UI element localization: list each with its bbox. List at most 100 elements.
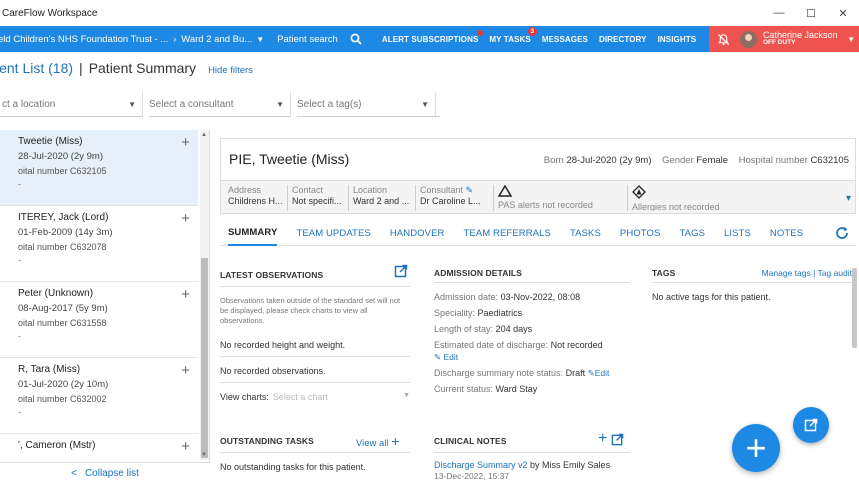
tab-handover[interactable]: HANDOVER (390, 222, 445, 246)
edit-discharge-summary-link[interactable]: ✎Edit (588, 368, 610, 378)
patient-hospital-number: oital number C632105 (18, 166, 107, 176)
refresh-icon[interactable] (834, 225, 850, 241)
patient-list-title[interactable]: ient List (18) (0, 60, 73, 76)
consultant-placeholder: Select a consultant (149, 98, 234, 110)
tab-notes[interactable]: NOTES (770, 222, 803, 246)
patient-dob: 01-Feb-2009 (14y 3m) (18, 227, 113, 238)
patient-list-scrollbar[interactable]: ▲ ▼ (200, 130, 209, 460)
specialty-label: Speciality: (434, 308, 476, 318)
chevron-left-icon: < (71, 468, 77, 479)
add-icon[interactable]: + (391, 433, 399, 449)
filter-underline (149, 116, 291, 117)
close-button[interactable]: ✕ (827, 0, 859, 26)
collapse-list-label: Collapse list (84, 468, 139, 479)
nav-messages[interactable]: MESSAGES (542, 35, 588, 44)
add-icon[interactable]: + (181, 286, 190, 303)
open-external-icon (804, 418, 818, 432)
open-external-icon[interactable] (611, 433, 624, 446)
alert-badge (477, 29, 484, 36)
hide-filters-link[interactable]: Hide filters (208, 65, 253, 76)
scroll-down-icon[interactable]: ▼ (201, 452, 207, 458)
divider (220, 286, 410, 287)
warning-triangle-icon (497, 185, 513, 197)
consultant-label-row: Consultant ✎ (420, 185, 485, 196)
tab-team-updates[interactable]: TEAM UPDATES (296, 222, 370, 246)
specialty-row: Speciality: Paediatrics (434, 308, 522, 318)
summary-scrollbar-thumb[interactable] (852, 268, 857, 348)
add-icon[interactable]: + (181, 362, 190, 379)
scroll-up-icon[interactable]: ▲ (201, 132, 207, 138)
patient-extra: - (18, 407, 21, 417)
note-author: by Miss Emily Sales (530, 460, 611, 470)
search-icon (350, 33, 362, 45)
length-of-stay-value: 204 days (495, 324, 533, 334)
patient-hospital-number: oital number C632078 (18, 242, 107, 252)
clinical-note-item[interactable]: Discharge Summary v2 by Miss Emily Sales (434, 460, 610, 470)
divider (434, 282, 630, 283)
patient-name: Peter (Unknown) (18, 288, 94, 299)
minimize-button[interactable]: — (763, 0, 795, 26)
patient-name: ITEREY, Jack (Lord) (18, 212, 109, 223)
card-title: ADMISSION DETAILS (434, 268, 522, 278)
open-window-fab[interactable] (793, 407, 829, 443)
location-field: Location Ward 2 and ... (348, 185, 414, 211)
length-of-stay-label: Length of stay: (434, 324, 494, 334)
contact-value: Not specifi... (292, 196, 342, 207)
tab-tasks[interactable]: TASKS (570, 222, 601, 246)
tab-team-referrals[interactable]: TEAM REFERRALS (464, 222, 551, 246)
add-icon[interactable]: + (181, 210, 190, 227)
add-icon[interactable]: + (598, 430, 607, 448)
patient-dob: 28-Jul-2020 (2y 9m) (18, 151, 104, 162)
add-fab[interactable]: + (732, 424, 780, 472)
no-height-weight-text: No recorded height and weight. (220, 340, 346, 350)
discharge-summary-value: Draft (565, 368, 586, 378)
patient-list-item[interactable]: ITEREY, Jack (Lord) 01-Feb-2009 (14y 3m)… (0, 206, 198, 282)
contact-field: Contact Not specifi... (287, 185, 347, 211)
collapse-list-button[interactable]: < Collapse list (0, 462, 210, 484)
tab-summary[interactable]: SUMMARY (228, 222, 278, 246)
consultant-select[interactable]: Select a consultant ▼ (143, 92, 291, 116)
open-external-icon[interactable] (394, 264, 408, 278)
add-icon[interactable]: + (181, 438, 190, 455)
trust-selector[interactable]: eld Children's NHS Foundation Trust - ..… (0, 34, 171, 45)
nav-insights[interactable]: INSIGHTS (658, 35, 697, 44)
clinical-notes-actions: + (598, 430, 624, 448)
patient-list-item[interactable]: ', Cameron (Mstr) + (0, 434, 198, 464)
user-menu[interactable]: Catherine Jackson OFF DUTY ▼ (709, 26, 859, 52)
patient-search-button[interactable]: Patient search (277, 33, 362, 45)
add-icon[interactable]: + (181, 134, 190, 151)
patient-extra: - (18, 331, 21, 341)
nav-directory[interactable]: DIRECTORY (599, 35, 647, 44)
patient-list-item[interactable]: R, Tara (Miss) 01-Jul-2020 (2y 10m) oita… (0, 358, 198, 434)
tag-select[interactable]: Select a tag(s) ▼ (291, 92, 436, 116)
maximize-button[interactable]: ☐ (795, 0, 827, 26)
scrollbar-thumb[interactable] (201, 258, 208, 458)
card-title: TAGS (652, 268, 676, 278)
edit-pencil-icon[interactable]: ✎ (466, 185, 474, 195)
patient-details-strip[interactable]: Address Childrens H... Contact Not speci… (220, 180, 856, 214)
edit-label: Edit (443, 352, 459, 362)
ward-selector[interactable]: Ward 2 and Bu... ▼ (178, 34, 267, 45)
edit-edd-link[interactable]: ✎ Edit (434, 352, 458, 363)
current-status-value: Ward Stay (495, 384, 538, 394)
tab-tags[interactable]: TAGS (679, 222, 705, 246)
patient-list-item[interactable]: Peter (Unknown) 08-Aug-2017 (5y 9m) oita… (0, 282, 198, 358)
hospital-number-label: Hospital number (738, 155, 808, 166)
nav-alert-subscriptions[interactable]: ALERT SUBSCRIPTIONS (382, 29, 484, 44)
notifications-off-icon[interactable] (717, 33, 730, 46)
note-title-link[interactable]: Discharge Summary v2 (434, 460, 528, 470)
manage-tags-link[interactable]: Manage tags | Tag audit (762, 268, 852, 278)
chevron-down-icon[interactable]: ▾ (846, 193, 851, 204)
view-charts-select[interactable]: View charts: Select a chart ▼ (220, 392, 410, 402)
nav-my-tasks[interactable]: MY TASKS 3 (489, 26, 537, 44)
edd-row: Estimated date of discharge: Not recorde… (434, 340, 603, 350)
patient-list-item[interactable]: Tweetie (Miss) 28-Jul-2020 (2y 9m) oital… (0, 130, 198, 206)
tab-lists[interactable]: LISTS (724, 222, 751, 246)
filter-bar: ct a location ▼ Select a consultant ▼ Se… (0, 92, 436, 116)
location-select[interactable]: ct a location ▼ (0, 92, 143, 116)
window-titlebar: CareFlow Workspace — ☐ ✕ (0, 0, 859, 26)
view-all-tasks-link[interactable]: View all + (356, 433, 399, 449)
tab-photos[interactable]: PHOTOS (620, 222, 661, 246)
avatar (740, 30, 757, 48)
ward-label: Ward 2 and Bu... (181, 33, 253, 45)
